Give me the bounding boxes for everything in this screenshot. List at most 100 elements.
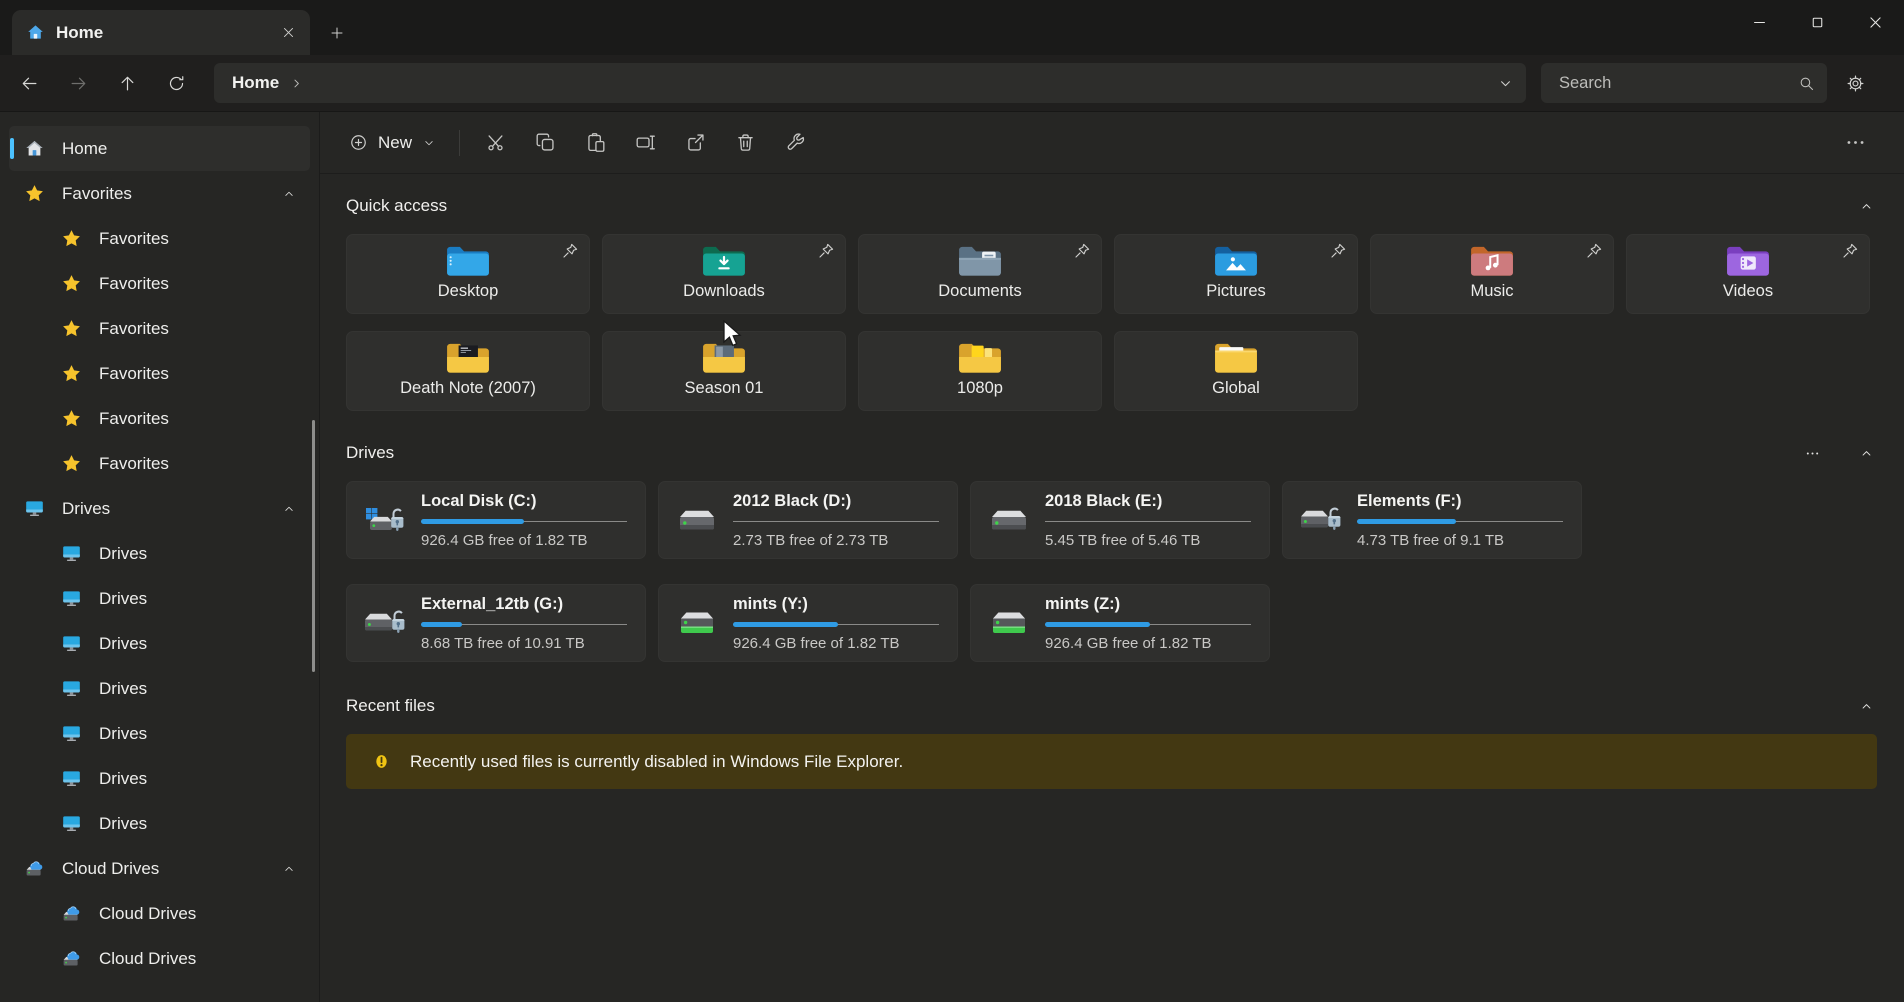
minimize-button[interactable] [1730, 0, 1788, 44]
sidebar-section-header[interactable]: Cloud Drives [9, 846, 310, 891]
section-icon [24, 183, 45, 204]
pin-icon[interactable] [1585, 242, 1603, 260]
back-button[interactable] [9, 64, 49, 102]
trash-icon [735, 132, 756, 153]
address-dropdown-icon[interactable] [1497, 75, 1514, 92]
quick-access-card-label: Downloads [683, 282, 765, 301]
rename-icon [635, 132, 656, 153]
drives-more-button[interactable] [1801, 442, 1823, 464]
breadcrumb[interactable]: Home [232, 73, 279, 93]
sidebar-section-header[interactable]: Drives [9, 486, 310, 531]
sidebar-item[interactable]: Drives [9, 666, 310, 711]
close-window-button[interactable] [1846, 0, 1904, 44]
sidebar-section-label: Drives [62, 499, 110, 519]
quick-access-card[interactable]: Downloads [602, 234, 846, 314]
close-icon [281, 25, 296, 40]
quick-access-card[interactable]: 1080p [858, 331, 1102, 411]
folder-icon [1469, 242, 1515, 280]
sidebar-item[interactable]: Favorites [9, 351, 310, 396]
tab-home[interactable]: Home [12, 10, 310, 55]
item-icon [61, 363, 82, 384]
pin-icon[interactable] [1073, 242, 1091, 260]
delete-button[interactable] [723, 123, 767, 163]
chevron-up-icon[interactable] [282, 187, 296, 201]
pin-icon[interactable] [561, 242, 579, 260]
quick-access-card[interactable]: Documents [858, 234, 1102, 314]
chevron-up-icon[interactable] [282, 502, 296, 516]
folder-icon [1213, 242, 1259, 280]
quick-access-card[interactable]: Pictures [1114, 234, 1358, 314]
pin-icon[interactable] [817, 242, 835, 260]
new-button[interactable]: New [336, 123, 449, 163]
search-input[interactable] [1557, 73, 1798, 94]
new-tab-button[interactable] [320, 16, 354, 50]
item-icon [61, 633, 82, 654]
warning-text: Recently used files is currently disable… [410, 752, 903, 772]
folder-icon [445, 339, 491, 377]
cut-button[interactable] [473, 123, 517, 163]
drive-icon [361, 603, 409, 643]
pin-icon[interactable] [1841, 242, 1859, 260]
tab-close-button[interactable] [274, 19, 302, 47]
section-icon [24, 498, 45, 519]
sidebar-item-label: Drives [99, 814, 147, 834]
sidebar-item[interactable]: Cloud Drives [9, 891, 310, 936]
sidebar-item[interactable]: Cloud Drives [9, 936, 310, 981]
sidebar-item[interactable]: Drives [9, 756, 310, 801]
drive-card[interactable]: 2012 Black (D:) 2.73 TB free of 2.73 TB [658, 481, 958, 559]
refresh-icon [167, 74, 186, 93]
drive-name: Local Disk (C:) [421, 492, 627, 511]
tools-button[interactable] [773, 123, 817, 163]
forward-button[interactable] [58, 64, 98, 102]
gear-icon [1846, 74, 1865, 93]
sidebar-item[interactable]: Drives [9, 576, 310, 621]
drive-card[interactable]: mints (Y:) 926.4 GB free of 1.82 TB [658, 584, 958, 662]
capacity-bar [1045, 622, 1251, 627]
drive-card[interactable]: 2018 Black (E:) 5.45 TB free of 5.46 TB [970, 481, 1270, 559]
share-button[interactable] [673, 123, 717, 163]
drive-card[interactable]: Local Disk (C:) 926.4 GB free of 1.82 TB [346, 481, 646, 559]
sidebar-section-header[interactable]: Favorites [9, 171, 310, 216]
quick-access-card[interactable]: Desktop [346, 234, 590, 314]
drives-collapse-button[interactable] [1855, 442, 1877, 464]
chevron-up-icon[interactable] [282, 862, 296, 876]
sidebar-item[interactable]: Drives [9, 531, 310, 576]
sidebar-item[interactable]: Favorites [9, 216, 310, 261]
paste-button[interactable] [573, 123, 617, 163]
drive-name: mints (Z:) [1045, 595, 1251, 614]
quick-access-card[interactable]: Music [1370, 234, 1614, 314]
drive-card[interactable]: External_12tb (G:) 8.68 TB free of 10.91… [346, 584, 646, 662]
sidebar-item[interactable]: Favorites [9, 261, 310, 306]
drive-card[interactable]: mints (Z:) 926.4 GB free of 1.82 TB [970, 584, 1270, 662]
refresh-button[interactable] [156, 64, 196, 102]
rename-button[interactable] [623, 123, 667, 163]
sidebar-item-label: Favorites [99, 409, 169, 429]
sidebar-item[interactable]: Drives [9, 621, 310, 666]
quick-access-card[interactable]: Videos [1626, 234, 1870, 314]
sidebar-item[interactable]: Favorites [9, 396, 310, 441]
sidebar-scrollbar[interactable] [312, 420, 315, 672]
settings-button[interactable] [1833, 63, 1877, 103]
quick-access-card[interactable]: Global [1114, 331, 1358, 411]
folder-icon [701, 339, 747, 377]
drive-free-space: 926.4 GB free of 1.82 TB [421, 532, 627, 549]
sidebar-item[interactable]: Drives [9, 801, 310, 846]
maximize-button[interactable] [1788, 0, 1846, 44]
quick-access-card-label: Videos [1723, 282, 1773, 301]
chevron-right-icon[interactable] [289, 76, 304, 91]
pin-icon[interactable] [1329, 242, 1347, 260]
quick-access-card[interactable]: Season 01 [602, 331, 846, 411]
address-bar[interactable]: Home [214, 63, 1526, 103]
sidebar-item[interactable]: Favorites [9, 306, 310, 351]
see-more-button[interactable] [1833, 123, 1877, 163]
sidebar-item-home[interactable]: Home [9, 126, 310, 171]
search-box[interactable] [1541, 63, 1827, 103]
sidebar-item[interactable]: Favorites [9, 441, 310, 486]
recent-collapse-button[interactable] [1855, 695, 1877, 717]
drive-card[interactable]: Elements (F:) 4.73 TB free of 9.1 TB [1282, 481, 1582, 559]
copy-button[interactable] [523, 123, 567, 163]
sidebar-item[interactable]: Drives [9, 711, 310, 756]
quick-access-card[interactable]: Death Note (2007) [346, 331, 590, 411]
quick-access-collapse-button[interactable] [1855, 195, 1877, 217]
up-button[interactable] [107, 64, 147, 102]
